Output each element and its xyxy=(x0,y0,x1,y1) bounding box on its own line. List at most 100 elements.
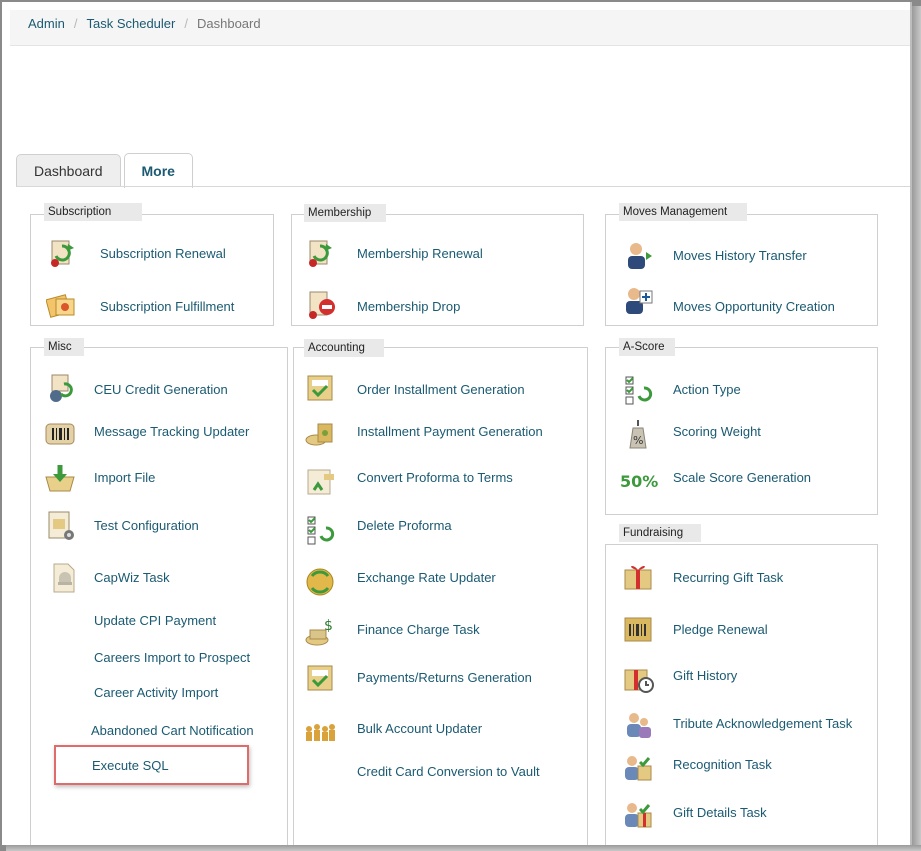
capwiz-task-link[interactable]: CapWiz Task xyxy=(94,570,170,585)
career-activity-import-link[interactable]: Career Activity Import xyxy=(94,685,218,700)
execute-sql-link[interactable]: Execute SQL xyxy=(92,758,169,773)
tab-bar: Dashboard More xyxy=(16,152,196,188)
panel-misc-title: Misc xyxy=(44,338,84,356)
tab-more[interactable]: More xyxy=(123,153,193,188)
membership-drop-label: Membership Drop xyxy=(357,299,461,314)
tribute-acknowledgement-task-link[interactable]: Tribute Acknowledgement Task xyxy=(673,716,852,731)
tab-dashboard[interactable]: Dashboard xyxy=(16,154,121,187)
delete-proforma-link[interactable]: Delete Proforma xyxy=(357,518,452,533)
membership-renewal-link[interactable]: Membership Renewal xyxy=(357,246,483,261)
message-tracking-updater-icon xyxy=(44,418,76,450)
convert-proforma-to-terms-icon xyxy=(304,466,336,498)
payments-returns-generation-label: Payments/Returns Generation xyxy=(357,670,532,685)
convert-proforma-to-terms-link[interactable]: Convert Proforma to Terms xyxy=(357,470,513,485)
pledge-renewal-label: Pledge Renewal xyxy=(673,622,768,637)
installment-payment-generation-label: Installment Payment Generation xyxy=(357,424,543,439)
membership-drop-link[interactable]: Membership Drop xyxy=(357,299,460,314)
exchange-rate-updater-link[interactable]: Exchange Rate Updater xyxy=(357,570,496,585)
order-installment-generation-label: Order Installment Generation xyxy=(357,382,525,397)
scale-score-generation-label: Scale Score Generation xyxy=(673,470,812,485)
tab-more-label: More xyxy=(141,163,175,179)
credit-card-conversion-to-vault-link[interactable]: Credit Card Conversion to Vault xyxy=(357,764,540,779)
breadcrumb-separator: / xyxy=(184,16,188,31)
test-configuration-label: Test Configuration xyxy=(94,518,199,533)
gift-details-task-link[interactable]: Gift Details Task xyxy=(673,805,767,820)
breadcrumb-separator: / xyxy=(73,16,78,31)
payments-returns-generation-link[interactable]: Payments/Returns Generation xyxy=(357,670,532,685)
pledge-renewal-link[interactable]: Pledge Renewal xyxy=(673,622,768,637)
scoring-weight-label: Scoring Weight xyxy=(673,424,761,439)
subscription-renewal-label: Subscription Renewal xyxy=(100,246,226,261)
recognition-task-label: Recognition Task xyxy=(673,757,772,772)
gift-details-task-label: Gift Details Task xyxy=(673,805,767,820)
message-tracking-updater-label: Message Tracking Updater xyxy=(94,424,250,439)
credit-card-conversion-to-vault-label: Credit Card Conversion to Vault xyxy=(357,764,540,779)
scale-score-generation-link[interactable]: Scale Score Generation xyxy=(673,470,811,485)
action-type-icon xyxy=(622,374,654,406)
breadcrumb-bar: Admin / Task Scheduler / Dashboard xyxy=(10,10,910,46)
tribute-acknowledgement-task-label: Tribute Acknowledgement Task xyxy=(673,716,853,731)
svg-text:$: $ xyxy=(324,618,333,634)
installment-payment-generation-link[interactable]: Installment Payment Generation xyxy=(357,424,543,439)
order-installment-generation-link[interactable]: Order Installment Generation xyxy=(357,382,525,397)
bulk-account-updater-icon xyxy=(304,715,336,747)
membership-drop-icon xyxy=(304,289,336,321)
installment-payment-generation-icon xyxy=(304,418,336,450)
convert-proforma-to-terms-label: Convert Proforma to Terms xyxy=(357,470,513,485)
recurring-gift-task-label: Recurring Gift Task xyxy=(673,570,784,585)
moves-history-transfer-link[interactable]: Moves History Transfer xyxy=(673,248,807,263)
recognition-task-icon xyxy=(622,752,654,784)
gift-history-label: Gift History xyxy=(673,668,738,683)
scoring-weight-icon: % xyxy=(622,418,654,450)
exchange-rate-updater-label: Exchange Rate Updater xyxy=(357,570,496,585)
delete-proforma-icon xyxy=(304,514,336,546)
window-shadow-bottom xyxy=(6,845,921,851)
panel-moves-management-title: Moves Management xyxy=(619,203,747,221)
test-configuration-link[interactable]: Test Configuration xyxy=(94,518,199,533)
update-cpi-payment-link[interactable]: Update CPI Payment xyxy=(94,613,216,628)
test-configuration-icon xyxy=(44,510,76,542)
panel-a-score-title: A-Score xyxy=(619,338,675,356)
moves-opportunity-creation-label: Moves Opportunity Creation xyxy=(673,299,835,314)
ceu-credit-generation-icon xyxy=(44,372,76,404)
order-installment-generation-icon xyxy=(304,372,336,404)
subscription-renewal-link[interactable]: Subscription Renewal xyxy=(100,246,226,261)
breadcrumb-task-scheduler[interactable]: Task Scheduler xyxy=(86,16,175,31)
moves-opportunity-creation-link[interactable]: Moves Opportunity Creation xyxy=(673,299,835,314)
scoring-weight-link[interactable]: Scoring Weight xyxy=(673,424,761,439)
gift-history-link[interactable]: Gift History xyxy=(673,668,737,683)
tab-divider xyxy=(16,186,910,187)
import-file-label: Import File xyxy=(94,470,156,485)
subscription-fulfillment-icon xyxy=(46,289,78,321)
bulk-account-updater-link[interactable]: Bulk Account Updater xyxy=(357,721,482,736)
finance-charge-task-link[interactable]: Finance Charge Task xyxy=(357,622,480,637)
recurring-gift-task-link[interactable]: Recurring Gift Task xyxy=(673,570,783,585)
import-file-link[interactable]: Import File xyxy=(94,470,155,485)
import-file-icon xyxy=(44,463,76,495)
recurring-gift-task-icon xyxy=(622,560,654,592)
subscription-fulfillment-link[interactable]: Subscription Fulfillment xyxy=(100,299,234,314)
window-shadow-right xyxy=(912,6,921,851)
breadcrumb-dashboard: Dashboard xyxy=(197,16,261,31)
subscription-fulfillment-label: Subscription Fulfillment xyxy=(100,299,235,314)
finance-charge-task-label: Finance Charge Task xyxy=(357,622,480,637)
update-cpi-payment-label: Update CPI Payment xyxy=(94,613,217,628)
recognition-task-link[interactable]: Recognition Task xyxy=(673,757,772,772)
panel-fundraising-title: Fundraising xyxy=(619,524,701,542)
ceu-credit-generation-link[interactable]: CEU Credit Generation xyxy=(94,382,228,397)
subscription-renewal-icon xyxy=(46,238,78,270)
breadcrumb-admin[interactable]: Admin xyxy=(28,16,65,31)
scale-score-generation-icon: 50% xyxy=(620,466,660,498)
svg-text:%: % xyxy=(633,434,643,447)
tribute-acknowledgement-task-icon xyxy=(622,710,654,742)
abandoned-cart-notification-link[interactable]: Abandoned Cart Notification xyxy=(91,723,254,738)
capwiz-task-label: CapWiz Task xyxy=(94,570,170,585)
action-type-label: Action Type xyxy=(673,382,741,397)
message-tracking-updater-link[interactable]: Message Tracking Updater xyxy=(94,424,249,439)
moves-history-transfer-label: Moves History Transfer xyxy=(673,248,807,263)
payments-returns-generation-icon xyxy=(304,662,336,694)
careers-import-to-prospect-link[interactable]: Careers Import to Prospect xyxy=(94,650,250,665)
execute-sql-label: Execute SQL xyxy=(92,758,169,773)
action-type-link[interactable]: Action Type xyxy=(673,382,741,397)
moves-history-transfer-icon xyxy=(622,240,654,272)
